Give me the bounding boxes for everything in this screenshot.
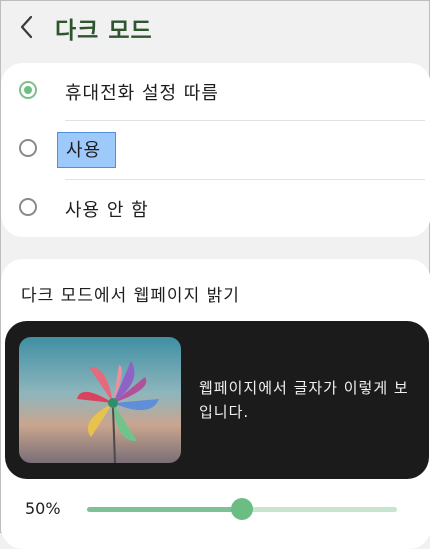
- option-off[interactable]: 사용 안 함: [1, 180, 430, 238]
- slider-thumb[interactable]: [231, 498, 253, 520]
- option-on[interactable]: 사용: [1, 121, 430, 179]
- slider-fill: [87, 507, 242, 512]
- pinwheel-image: [19, 337, 181, 463]
- dark-preview-panel: 웹페이지에서 글자가 이렇게 보입니다.: [5, 321, 429, 479]
- back-button[interactable]: [15, 13, 39, 41]
- radio-button[interactable]: [19, 139, 37, 157]
- brightness-slider[interactable]: [87, 498, 397, 520]
- preview-text: 웹페이지에서 글자가 이렇게 보입니다.: [199, 379, 409, 421]
- option-label: 사용 안 함: [65, 200, 149, 221]
- app-header: 다크 모드: [1, 1, 430, 53]
- section-title: 다크 모드에서 웹페이지 밝기: [21, 286, 240, 306]
- option-label: 사용: [57, 132, 117, 168]
- brightness-percent: 50%: [25, 499, 61, 518]
- option-follow-phone[interactable]: 휴대전화 설정 따름: [1, 63, 430, 121]
- dark-mode-options-card: 휴대전화 설정 따름 사용 사용 안 함: [1, 63, 430, 237]
- option-label: 휴대전화 설정 따름: [65, 83, 219, 104]
- back-chevron-icon: [20, 15, 33, 39]
- brightness-slider-row: 50%: [1, 489, 430, 529]
- radio-button[interactable]: [19, 198, 37, 216]
- page-title: 다크 모드: [55, 18, 153, 44]
- webpage-brightness-card: 다크 모드에서 웹페이지 밝기 웹페이지에서 글자가 이렇게 보입니다. 50%: [1, 259, 430, 549]
- radio-button-checked[interactable]: [19, 81, 37, 99]
